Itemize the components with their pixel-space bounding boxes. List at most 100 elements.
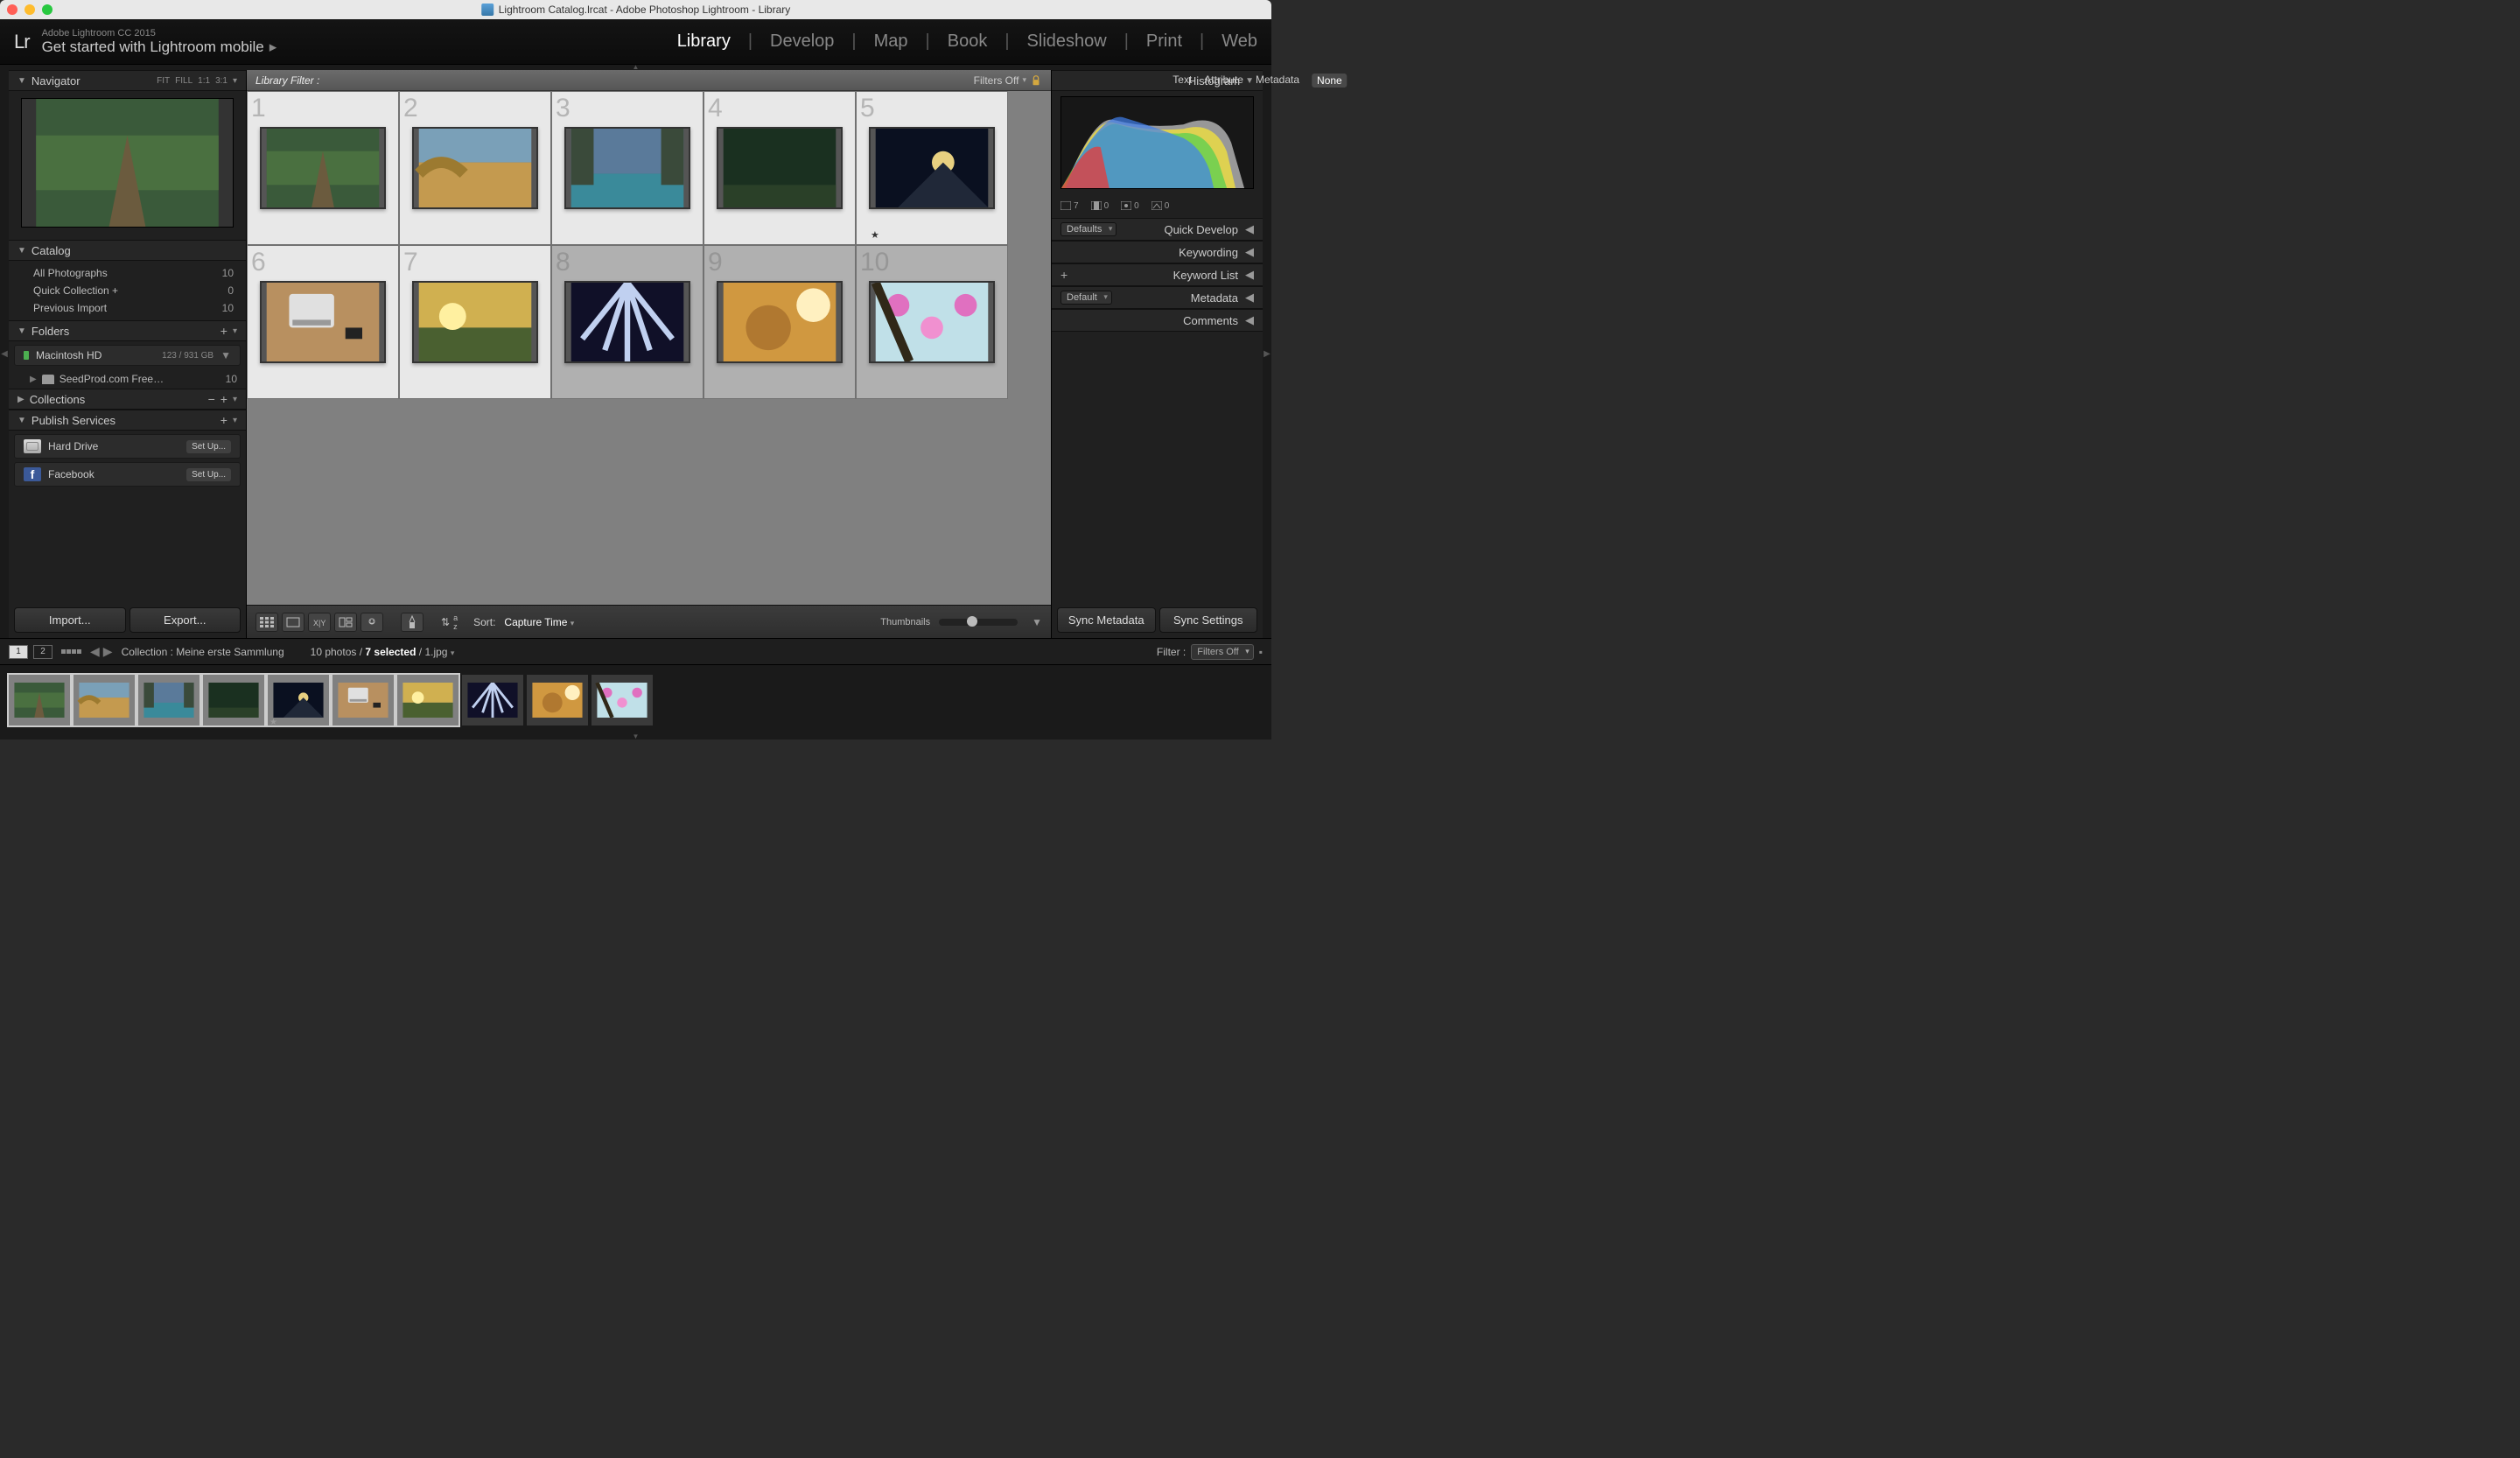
grid-cell[interactable]: 7 (399, 245, 551, 399)
module-web[interactable]: Web (1222, 32, 1257, 52)
people-view-button[interactable] (360, 613, 383, 632)
filmstrip-filter-dropdown[interactable]: Filters Off (1191, 644, 1253, 660)
grid-cell[interactable]: 8 (551, 245, 704, 399)
module-library[interactable]: Library (677, 32, 731, 52)
catalog-item[interactable]: All Photographs10 (9, 264, 246, 282)
catalog-item[interactable]: Previous Import10 (9, 299, 246, 317)
survey-view-button[interactable] (334, 613, 357, 632)
folder-item[interactable]: ▶ SeedProd.com Free… 10 (9, 369, 246, 389)
quick-develop-header[interactable]: Defaults Quick Develop◀ (1052, 218, 1263, 241)
export-button[interactable]: Export... (130, 607, 242, 633)
compare-view-button[interactable]: X|Y (308, 613, 331, 632)
navigator-header[interactable]: ▼ Navigator FIT FILL 1:1 3:1 ▾ (9, 70, 246, 91)
add-keyword-button[interactable]: + (1060, 268, 1068, 282)
zoom-fit[interactable]: FIT (157, 76, 170, 86)
navigator-preview[interactable] (21, 98, 234, 228)
toolbar-options-button[interactable]: ▼ (1032, 616, 1042, 628)
filmstrip-cell[interactable] (74, 675, 135, 725)
cell-index: 7 (403, 248, 418, 277)
zoom-more-icon[interactable]: ▾ (233, 76, 237, 86)
grid-cell[interactable]: 5★ (856, 91, 1008, 245)
filmstrip-cell[interactable] (397, 675, 458, 725)
breadcrumb[interactable]: Collection : Meine erste Sammlung (122, 646, 284, 658)
setup-button[interactable]: Set Up... (186, 468, 231, 481)
folders-header[interactable]: ▼Folders +▾ (9, 320, 246, 341)
filmstrip-cell[interactable] (332, 675, 394, 725)
grid-cell[interactable]: 1 (247, 91, 399, 245)
sort-direction-button[interactable]: ⇅ (441, 616, 450, 628)
filter-tab-metadata[interactable]: Metadata (1256, 74, 1299, 88)
grid-cell[interactable]: 9 (704, 245, 856, 399)
grid-cell[interactable]: 4 (704, 91, 856, 245)
thumbnail-size-slider[interactable] (939, 619, 1018, 626)
filter-tab-text[interactable]: Text (1172, 74, 1192, 88)
module-develop[interactable]: Develop (770, 32, 834, 52)
filmstrip-cell[interactable] (9, 675, 70, 725)
painter-tool-button[interactable] (401, 613, 424, 632)
minimize-window-button[interactable] (24, 4, 35, 15)
grid-cell[interactable]: 3 (551, 91, 704, 245)
setup-button[interactable]: Set Up... (186, 440, 231, 453)
lock-icon[interactable] (1030, 74, 1042, 87)
right-panel-collapse[interactable]: ▶ (1263, 70, 1271, 638)
import-button[interactable]: Import... (14, 607, 126, 633)
left-panel-collapse[interactable]: ◀ (0, 70, 9, 638)
mobile-sync-link[interactable]: Get started with Lightroom mobile▸ (42, 39, 277, 56)
metadata-header[interactable]: Default Metadata◀ (1052, 286, 1263, 309)
keyword-list-header[interactable]: + Keyword List◀ (1052, 263, 1263, 286)
grid-cell[interactable]: 6 (247, 245, 399, 399)
module-slideshow[interactable]: Slideshow (1027, 32, 1107, 52)
filmstrip-cell[interactable] (527, 675, 588, 725)
filmstrip-cell[interactable] (203, 675, 264, 725)
catalog-item[interactable]: Quick Collection +0 (9, 282, 246, 299)
zoom-1-1[interactable]: 1:1 (198, 76, 210, 86)
filmstrip-cell[interactable] (462, 675, 523, 725)
volume-row[interactable]: Macintosh HD 123 / 931 GB ▼ (14, 345, 241, 366)
zoom-3-1[interactable]: 3:1 (215, 76, 228, 86)
nav-forward-button[interactable]: ▶ (103, 644, 113, 659)
nav-back-button[interactable]: ◀ (90, 644, 100, 659)
main-window-button[interactable]: 1 (9, 645, 28, 659)
loupe-view-button[interactable] (282, 613, 304, 632)
filmstrip-grip[interactable]: ▼ (0, 734, 1271, 740)
filmstrip-cell[interactable] (138, 675, 200, 725)
module-book[interactable]: Book (948, 32, 988, 52)
grid-view: Library Filter : TextAttributeMetadataNo… (247, 70, 1051, 638)
module-print[interactable]: Print (1146, 32, 1182, 52)
sync-metadata-button[interactable]: Sync Metadata (1057, 607, 1156, 633)
keywording-header[interactable]: Keywording◀ (1052, 241, 1263, 263)
module-map[interactable]: Map (874, 32, 908, 52)
filters-off-dropdown[interactable]: Filters Off (974, 74, 1019, 87)
collections-header[interactable]: ▶Collections −+▾ (9, 389, 246, 410)
publish-service-item[interactable]: fFacebookSet Up... (14, 462, 241, 487)
cell-index: 1 (251, 94, 266, 123)
grid-view-button[interactable] (256, 613, 278, 632)
comments-header[interactable]: Comments◀ (1052, 309, 1263, 332)
close-window-button[interactable] (7, 4, 18, 15)
second-window-button[interactable]: 2 (33, 645, 52, 659)
add-publish-button[interactable]: + (220, 413, 228, 427)
sort-dropdown[interactable]: Capture Time ▾ (504, 616, 574, 628)
histogram-display[interactable] (1060, 96, 1254, 189)
sync-settings-button[interactable]: Sync Settings (1159, 607, 1258, 633)
filter-lock-icon[interactable]: ▪ (1259, 646, 1263, 658)
filmstrip-grid-icon[interactable] (61, 649, 81, 654)
filter-tab-attribute[interactable]: Attribute (1204, 74, 1243, 88)
add-collection-button[interactable]: + (220, 392, 228, 406)
filmstrip[interactable]: ★ (0, 664, 1271, 734)
publish-header[interactable]: ▼Publish Services +▾ (9, 410, 246, 431)
metadata-preset-dropdown[interactable]: Default (1060, 291, 1112, 305)
filmstrip-cell[interactable]: ★ (268, 675, 329, 725)
catalog-header[interactable]: ▼Catalog (9, 240, 246, 261)
grid-cell[interactable]: 2 (399, 91, 551, 245)
filter-tab-none[interactable]: None (1312, 74, 1348, 88)
zoom-window-button[interactable] (42, 4, 52, 15)
thumbnail-size-label: Thumbnails (880, 617, 930, 627)
presets-dropdown[interactable]: Defaults (1060, 222, 1116, 236)
add-folder-button[interactable]: + (220, 324, 228, 338)
cell-index: 5 (860, 94, 875, 123)
publish-service-item[interactable]: Hard DriveSet Up... (14, 434, 241, 459)
grid-cell[interactable]: 10 (856, 245, 1008, 399)
filmstrip-cell[interactable] (592, 675, 653, 725)
zoom-fill[interactable]: FILL (175, 76, 192, 86)
